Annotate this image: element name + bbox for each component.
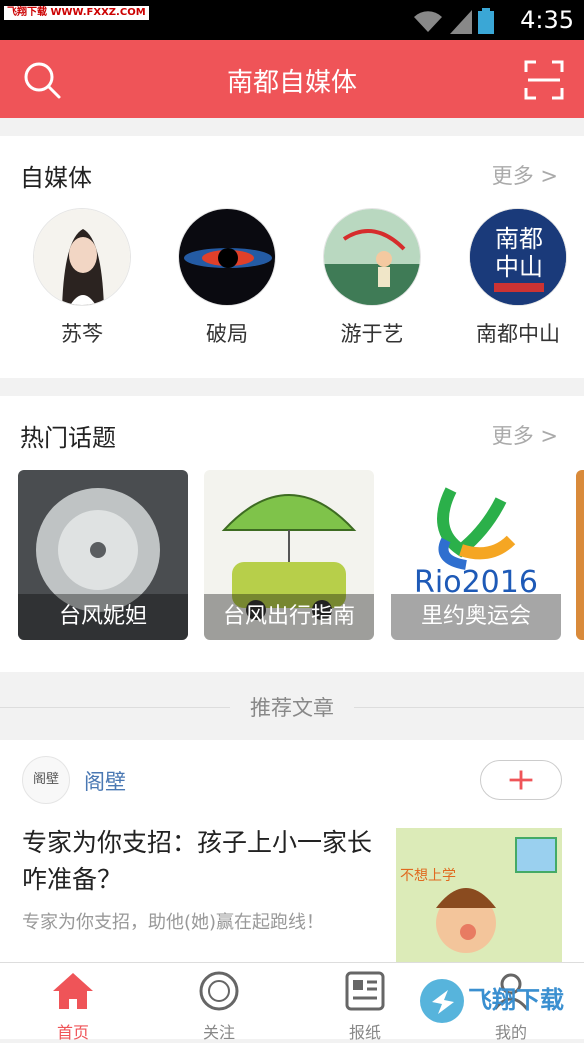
wifi-icon (414, 11, 442, 33)
tab-label: 首页 (56, 1023, 89, 1042)
eclipse-avatar-image (179, 209, 275, 305)
signal-icon (450, 10, 472, 34)
selfmedia-label: 破局 (206, 322, 248, 346)
cartoon-child-image: 不想上学 (396, 828, 562, 962)
status-bar: 飞翔下载 WWW.FXXZ.COM 4:35 (0, 0, 584, 40)
author-avatar[interactable]: 阁壁 (22, 756, 70, 804)
watermark-text: 飞翔下载 WWW.FXXZ.COM (4, 6, 149, 20)
tab-follow[interactable]: 关注 (146, 963, 292, 1042)
hot-topics-section: 热门话题 更多 > 台风妮妲 台风出行指南 Rio2016 里约奥运会 (0, 396, 584, 672)
tab-label: 关注 (202, 1023, 235, 1042)
status-icons (412, 8, 494, 34)
scan-icon[interactable] (524, 60, 564, 100)
author-name[interactable]: 阁壁 (84, 766, 126, 796)
topic-label: 台风妮妲 (18, 594, 188, 640)
nandu-zhongshan-logo: 南都 中山 (470, 209, 566, 305)
topic-card[interactable]: Rio2016 里约奥运会 (391, 470, 561, 640)
selfmedia-list: 苏芩 破局 游于艺 南都 中山 南都中山 (0, 208, 584, 348)
follow-button[interactable] (480, 760, 562, 800)
topic-card[interactable]: 台风出行指南 (204, 470, 374, 640)
article-summary: 专家为你支招，助他(她)赢在起跑线！ (22, 912, 325, 933)
section-title: 自媒体 (20, 164, 92, 192)
topic-label: 里约奥运会 (391, 594, 561, 640)
recommend-title: 推荐文章 (250, 696, 334, 720)
avatar: 南都 中山 (469, 208, 567, 306)
avatar (323, 208, 421, 306)
topic-label: 台风出行指南 (204, 594, 374, 640)
topic-card[interactable]: 台风妮妲 (18, 470, 188, 640)
clock: 4:35 (520, 6, 574, 34)
painting-avatar-image (324, 209, 420, 305)
recommend-divider: 推荐文章 (0, 688, 584, 728)
tab-newspaper[interactable]: 报纸 (292, 963, 438, 1042)
home-icon (53, 973, 93, 1009)
selfmedia-label: 游于艺 (340, 322, 404, 346)
article-title[interactable]: 专家为你支招：孩子上小一家长咋准备？ (22, 824, 378, 898)
selfmedia-item[interactable]: 南都 中山 南都中山 (468, 208, 568, 348)
divider-line (0, 707, 230, 708)
selfmedia-item[interactable]: 游于艺 (322, 208, 422, 348)
selfmedia-item[interactable]: 苏芩 (32, 208, 132, 348)
selfmedia-section: 自媒体 更多 > 苏芩 破局 游于艺 南都 中山 南都中山 (0, 136, 584, 378)
selfmedia-label: 南都中山 (476, 322, 560, 346)
avatar (178, 208, 276, 306)
brand-watermark: 飞翔下载 (420, 979, 564, 1023)
article-thumbnail[interactable]: 不想上学 (396, 828, 562, 962)
thumbnail-text: 不想上学 (400, 868, 456, 884)
avatar (33, 208, 131, 306)
article-card[interactable]: 阁壁 阁壁 专家为你支招：孩子上小一家长咋准备？ 专家为你支招，助他(她)赢在起… (0, 740, 584, 962)
follow-icon (199, 971, 239, 1011)
brand-watermark-text: 飞翔下载 (468, 986, 564, 1014)
more-link[interactable]: 更多 > (492, 160, 558, 190)
divider-line (354, 707, 584, 708)
page-title: 南都自媒体 (226, 68, 357, 98)
more-link[interactable]: 更多 > (492, 420, 558, 450)
app-header: 南都自媒体 (0, 40, 584, 118)
section-title: 热门话题 (20, 424, 116, 452)
selfmedia-label: 苏芩 (61, 322, 103, 346)
selfmedia-item[interactable]: 破局 (177, 208, 277, 348)
battery-icon (478, 8, 494, 34)
tab-home[interactable]: 首页 (0, 963, 146, 1042)
person-avatar-image (34, 209, 130, 305)
tab-label: 报纸 (348, 1023, 381, 1042)
svg-text:南都: 南都 (495, 225, 543, 253)
topic-card-partial[interactable] (576, 470, 584, 640)
svg-text:中山: 中山 (495, 253, 543, 281)
newspaper-icon (345, 971, 385, 1011)
